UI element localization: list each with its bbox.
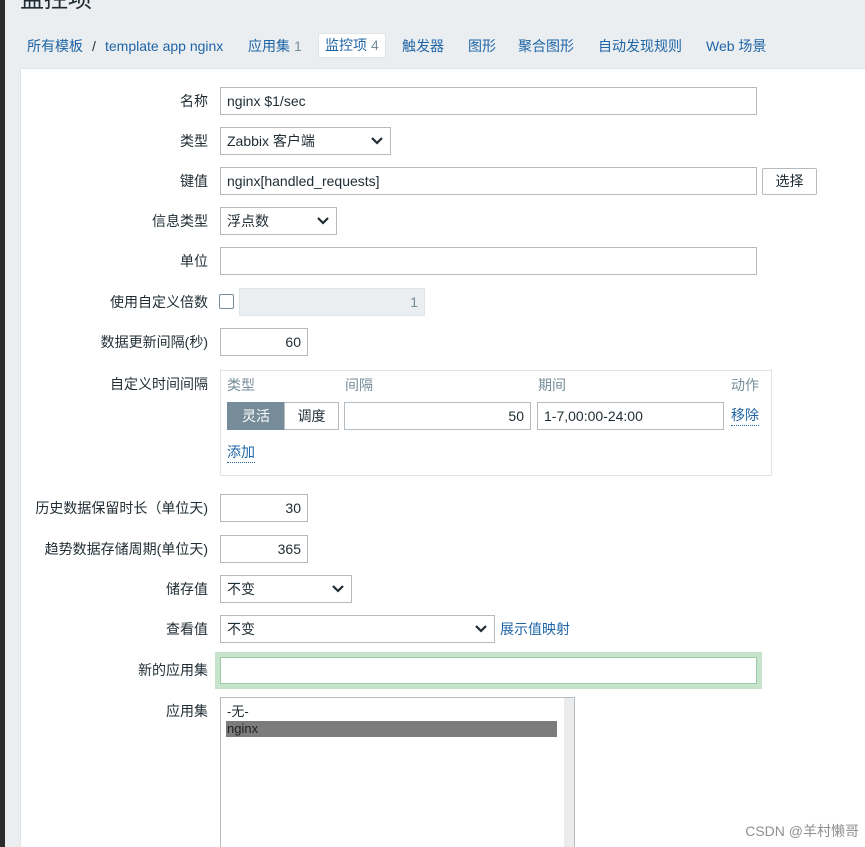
key-label: 键值: [180, 173, 208, 189]
column-header-type: 类型: [227, 377, 255, 393]
type-label: 类型: [180, 133, 208, 149]
value-type-select[interactable]: 浮点数: [220, 207, 337, 235]
watermark: CSDN @羊村懒哥: [745, 823, 859, 839]
units-input[interactable]: [220, 247, 757, 275]
custom-interval-input[interactable]: 50: [344, 402, 531, 430]
page-title-area: 监控项: [20, 0, 160, 14]
list-item[interactable]: -无-: [226, 704, 557, 720]
tab-triggers[interactable]: 触发器: [402, 34, 444, 58]
chevron-down-icon: [371, 137, 383, 145]
show-value-select-value: 不变: [227, 621, 255, 637]
tab-web-scenarios[interactable]: Web 场景: [706, 34, 766, 58]
column-header-action: 动作: [731, 377, 759, 393]
list-item[interactable]: nginx: [226, 721, 557, 737]
type-select-value: Zabbix 客户端: [227, 133, 315, 149]
add-interval-link[interactable]: 添加: [227, 443, 255, 463]
value-type-label: 信息类型: [152, 213, 208, 229]
name-input[interactable]: nginx $1/sec: [220, 87, 757, 115]
column-header-interval: 间隔: [345, 377, 373, 393]
tab-label: 自动发现规则: [598, 38, 682, 54]
trends-input[interactable]: 365: [220, 535, 308, 563]
chevron-down-icon: [475, 625, 487, 633]
applications-listbox[interactable]: -无- nginx: [220, 697, 575, 847]
update-interval-label: 数据更新间隔(秒): [100, 334, 208, 350]
tab-label: 触发器: [402, 38, 444, 54]
multiplier-checkbox[interactable]: [219, 294, 234, 309]
column-header-period: 期间: [538, 377, 566, 393]
store-value-select[interactable]: 不变: [220, 575, 352, 603]
name-label: 名称: [180, 93, 208, 109]
breadcrumb-all-templates[interactable]: 所有模板: [27, 34, 83, 58]
tab-applications[interactable]: 应用集 1: [248, 34, 302, 58]
history-input[interactable]: 30: [220, 494, 308, 522]
store-value-label: 储存值: [166, 581, 208, 597]
key-input[interactable]: nginx[handled_requests]: [220, 167, 757, 195]
tab-discovery-rules[interactable]: 自动发现规则: [598, 34, 682, 58]
applications-label: 应用集: [166, 703, 208, 719]
breadcrumb-separator: /: [92, 38, 96, 54]
multiplier-input: 1: [239, 288, 425, 316]
units-label: 单位: [180, 253, 208, 269]
trends-label: 趋势数据存储周期(单位天): [44, 541, 208, 557]
show-value-label: 查看值: [166, 621, 208, 637]
remove-interval-link[interactable]: 移除: [731, 406, 759, 426]
tab-count: 1: [294, 38, 302, 54]
interval-mode-scheduling[interactable]: 调度: [284, 402, 339, 430]
page-title: 监控项: [20, 0, 92, 14]
tab-label: 应用集: [248, 38, 290, 54]
custom-period-input[interactable]: 1-7,00:00-24:00: [537, 402, 724, 430]
custom-intervals-table: 类型 间隔 期间 动作 灵活 调度 50 1-7,00:00-24:00 移除 …: [220, 370, 772, 476]
new-application-input[interactable]: [220, 657, 757, 684]
tab-label: 图形: [468, 38, 496, 54]
tab-screens[interactable]: 聚合图形: [518, 34, 574, 58]
multiplier-label: 使用自定义倍数: [110, 294, 208, 310]
listbox-scrollbar[interactable]: [564, 698, 574, 847]
new-application-label: 新的应用集: [138, 662, 208, 678]
tab-label: Web 场景: [706, 38, 767, 54]
show-value-select[interactable]: 不变: [220, 615, 495, 643]
tab-label: 聚合图形: [518, 38, 574, 54]
tab-graphs[interactable]: 图形: [468, 34, 496, 58]
value-mapping-link[interactable]: 展示值映射: [500, 615, 570, 643]
tab-items[interactable]: 监控项 4: [318, 33, 386, 58]
value-type-select-value: 浮点数: [227, 213, 269, 229]
chevron-down-icon: [332, 585, 344, 593]
history-label: 历史数据保留时长（单位天): [35, 500, 208, 516]
tab-label: 监控项: [325, 37, 367, 53]
breadcrumb-template[interactable]: template app nginx: [105, 34, 223, 58]
custom-intervals-label: 自定义时间间隔: [110, 376, 208, 392]
update-interval-input[interactable]: 60: [220, 328, 308, 356]
store-value-select-value: 不变: [227, 581, 255, 597]
tab-count: 4: [371, 37, 379, 53]
type-select[interactable]: Zabbix 客户端: [220, 127, 391, 155]
interval-mode-flexible[interactable]: 灵活: [227, 402, 285, 430]
key-select-button[interactable]: 选择: [762, 168, 817, 195]
chevron-down-icon: [317, 217, 329, 225]
